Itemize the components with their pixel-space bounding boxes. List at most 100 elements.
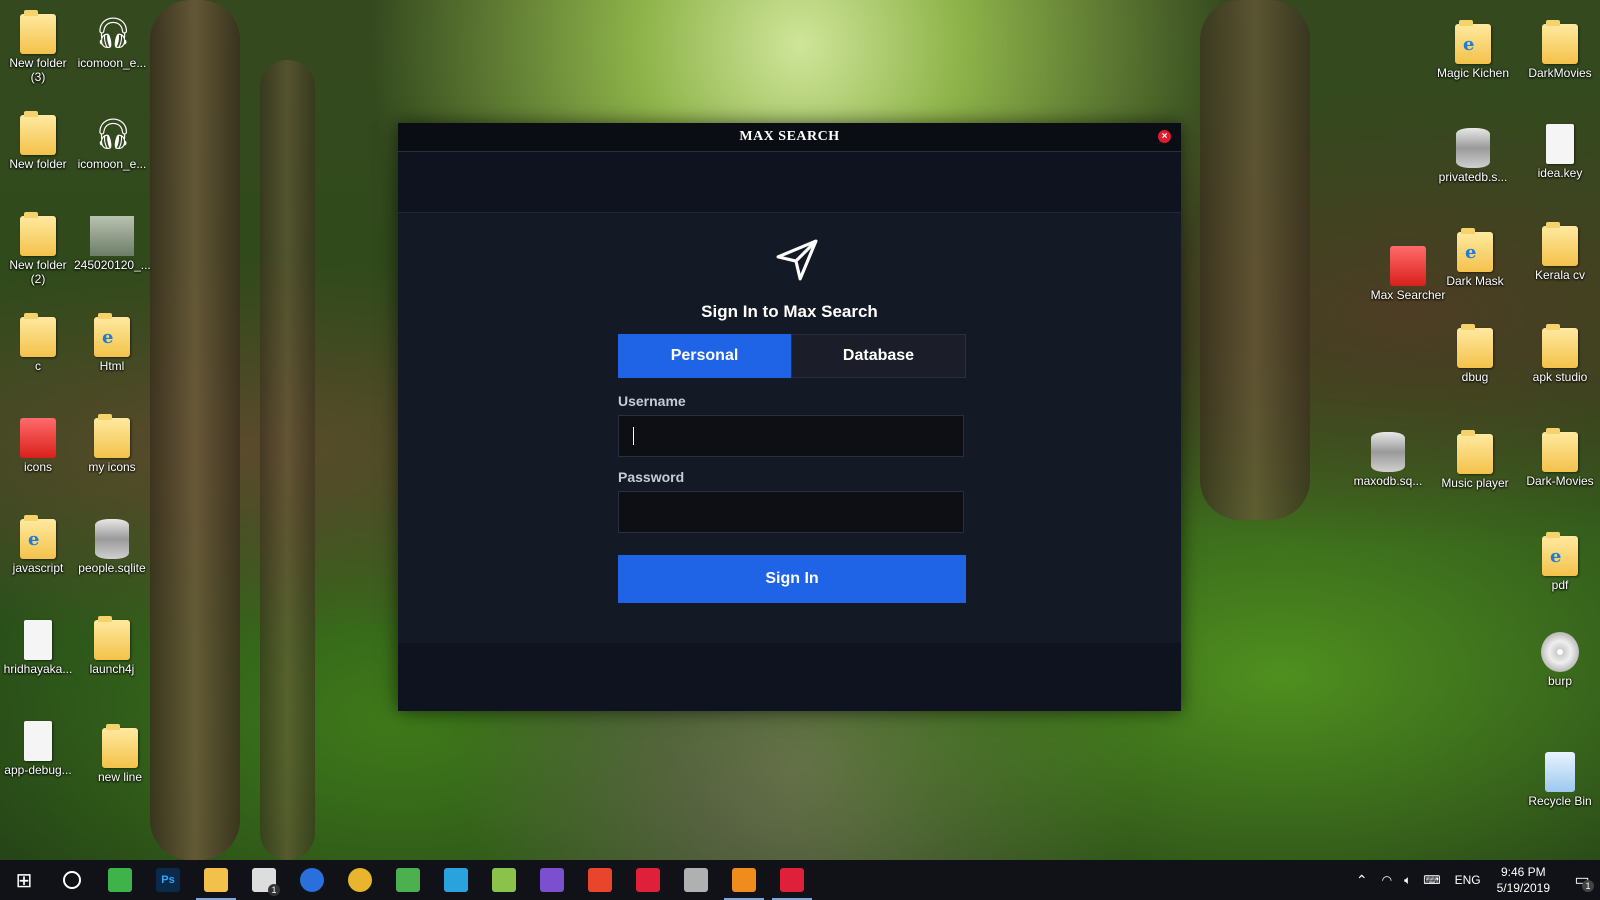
desktop-icon[interactable]: 🎧︎ icomoon_e...	[74, 14, 150, 70]
chrome-glyph	[348, 868, 372, 892]
max-search-running-glyph	[780, 868, 804, 892]
notification-center-icon[interactable]: ▭ 1	[1564, 870, 1600, 892]
max-search-running-icon[interactable]	[768, 860, 816, 900]
clock-date: 5/19/2019	[1496, 881, 1550, 895]
tab-database[interactable]: Database	[791, 334, 966, 378]
file-icon	[1546, 124, 1574, 164]
folder-icon	[20, 212, 56, 256]
desktop-icon-label: apk studio	[1532, 370, 1588, 384]
desktop-icon[interactable]: app-debug...	[0, 721, 76, 777]
desktop-icon-label: icons	[23, 460, 52, 474]
desktop-icon-label: burp	[1547, 674, 1573, 688]
sublime-icon[interactable]	[720, 860, 768, 900]
desktop-icon[interactable]: maxodb.sq...	[1350, 432, 1426, 488]
folder-icon	[1542, 222, 1578, 266]
title-bar[interactable]: MAX SEARCH ×	[398, 123, 1181, 152]
desktop-icon[interactable]: DarkMovies	[1522, 20, 1598, 80]
mail-icon[interactable]: 1	[240, 860, 288, 900]
gem-glyph	[396, 868, 420, 892]
desktop-icon-label: Kerala cv	[1534, 268, 1586, 282]
username-input[interactable]	[618, 415, 964, 457]
firefox-icon[interactable]	[288, 860, 336, 900]
cortana-icon[interactable]	[48, 860, 96, 900]
desktop-icon[interactable]: burp	[1522, 632, 1598, 688]
max-search-icon[interactable]	[624, 860, 672, 900]
desktop-icon[interactable]: idea.key	[1522, 124, 1598, 180]
text-caret	[633, 427, 634, 445]
desktop-icon[interactable]: 🎧︎ icomoon_e...	[74, 115, 150, 171]
desktop-icon[interactable]: Dark-Movies	[1522, 428, 1598, 488]
headphones-icon: 🎧︎	[94, 118, 133, 151]
photo-icon	[90, 216, 134, 256]
clock-time: 9:46 PM	[1500, 865, 1546, 879]
desktop-icon[interactable]: privatedb.s...	[1435, 128, 1511, 184]
volume-icon[interactable]: 🔈︎	[1404, 873, 1411, 888]
desktop-icon[interactable]: e Magic Kichen	[1435, 20, 1511, 80]
tab-personal[interactable]: Personal	[618, 334, 791, 378]
start-icon[interactable]: ⊞	[0, 860, 48, 900]
background-tree-trunk	[150, 0, 240, 860]
max-search-window: MAX SEARCH × Sign In to Max Search Perso…	[398, 123, 1181, 711]
desktop-icon[interactable]: my icons	[74, 414, 150, 474]
firefox-glyph	[300, 868, 324, 892]
file-explorer-icon[interactable]	[192, 860, 240, 900]
desktop-icon[interactable]: people.sqlite	[74, 519, 150, 575]
desktop-icon[interactable]: Kerala cv	[1522, 222, 1598, 282]
html-folder-icon: e	[1542, 532, 1578, 576]
visual-studio-icon[interactable]	[528, 860, 576, 900]
chevron-up-icon[interactable]: ⌃	[1356, 872, 1368, 889]
desktop-icon[interactable]: icons	[0, 418, 76, 474]
desktop-icon[interactable]: New folder	[0, 111, 76, 171]
desktop-icon[interactable]: hridhayaka...	[0, 620, 76, 676]
app-c-icon[interactable]	[576, 860, 624, 900]
header-band	[398, 152, 1181, 213]
desktop-icon-label: Dark Mask	[1446, 274, 1504, 288]
desktop-icon[interactable]: c	[0, 313, 76, 373]
desktop-icon[interactable]: Recycle Bin	[1522, 752, 1598, 808]
desktop-icon[interactable]: 245020120_...	[74, 216, 151, 272]
desktop-icon[interactable]: Max Searcher	[1370, 246, 1446, 302]
desktop-icon-label: privatedb.s...	[1438, 170, 1508, 184]
notepad-plus-icon[interactable]	[480, 860, 528, 900]
recycle-bin-icon	[1545, 752, 1575, 792]
desktop-icon[interactable]: e Html	[74, 313, 150, 373]
notification-badge: 1	[1582, 880, 1594, 892]
telegram-icon[interactable]	[432, 860, 480, 900]
photoshop-icon[interactable]: Ps	[144, 860, 192, 900]
desktop-icon[interactable]: launch4j	[74, 616, 150, 676]
folder-icon	[1542, 324, 1578, 368]
start-glyph: ⊞	[15, 870, 33, 892]
background-tree-trunk	[1200, 0, 1310, 520]
desktop-icon[interactable]: e Dark Mask	[1437, 228, 1513, 288]
desktop-icon[interactable]: New folder (3)	[0, 10, 76, 84]
desktop-icon[interactable]: e javascript	[0, 515, 76, 575]
camtasia-glyph	[108, 868, 132, 892]
keyboard-icon[interactable]: ⌨︎	[1423, 873, 1440, 887]
database-browser-glyph	[684, 868, 708, 892]
file-icon	[24, 620, 52, 660]
language-indicator[interactable]: ENG	[1455, 873, 1481, 887]
desktop-icon[interactable]: e pdf	[1522, 532, 1598, 592]
database-browser-icon[interactable]	[672, 860, 720, 900]
taskbar: ⊞ Ps 1 ⌃ ◠ 🔈︎ ⌨︎ ENG 9:46 PM 5/19/2019 ▭ 1	[0, 860, 1600, 900]
window-title: MAX SEARCH	[739, 129, 840, 144]
chrome-icon[interactable]	[336, 860, 384, 900]
desktop-icon[interactable]: apk studio	[1522, 324, 1598, 384]
desktop-icon[interactable]: new line	[82, 724, 158, 784]
password-label: Password	[618, 469, 685, 485]
desktop-icon[interactable]: Music player	[1437, 430, 1513, 490]
gem-icon[interactable]	[384, 860, 432, 900]
camtasia-icon[interactable]	[96, 860, 144, 900]
password-input[interactable]	[618, 491, 964, 533]
system-tray: ⌃ ◠ 🔈︎ ⌨︎ ENG 9:46 PM 5/19/2019 ▭ 1	[1348, 860, 1600, 900]
sublime-glyph	[732, 868, 756, 892]
wifi-icon[interactable]: ◠	[1382, 873, 1392, 887]
desktop-icon[interactable]: New folder (2)	[0, 212, 76, 286]
desktop-icon[interactable]: dbug	[1437, 324, 1513, 384]
close-button[interactable]: ×	[1158, 130, 1171, 143]
sign-in-button[interactable]: Sign In	[618, 555, 966, 603]
clock[interactable]: 9:46 PM 5/19/2019	[1497, 864, 1550, 896]
background-tree-trunk	[260, 60, 315, 860]
desktop-icon-label: c	[35, 359, 41, 373]
desktop-icon-label: Dark-Movies	[1526, 474, 1594, 488]
